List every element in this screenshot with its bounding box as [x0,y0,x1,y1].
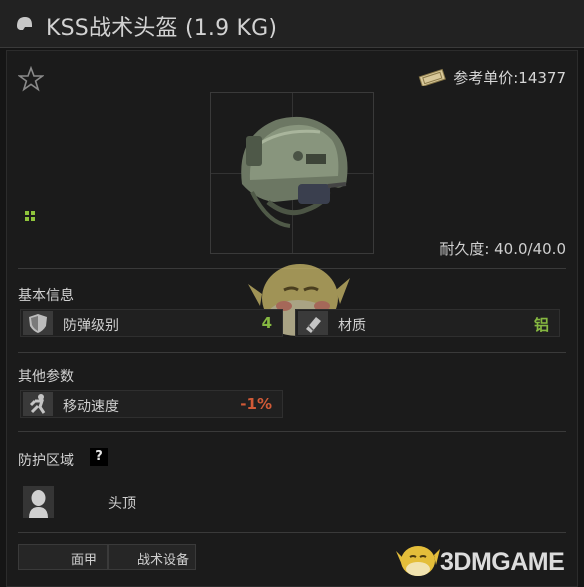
armor-class-value: 4 [261,314,272,332]
basic-info-heading: 基本信息 [18,288,74,304]
divider [18,532,566,533]
helmet-icon [17,17,32,30]
reference-price: 参考单价:14377 [417,66,566,88]
tab-face-shield[interactable]: 面甲 [18,544,108,570]
material-label: 材质 [338,318,366,334]
move-speed-label: 移动速度 [63,399,119,415]
help-button[interactable]: ? [90,448,108,466]
tab-face-shield-label: 面甲 [71,553,98,568]
head-silhouette-icon [23,486,54,518]
price-label: 参考单价:14377 [453,68,566,87]
3dm-mascot-logo [396,546,440,576]
shield-icon [23,311,53,335]
divider [18,352,566,353]
material-row: 材质 铝 [295,309,560,337]
item-title: KSS战术头盔 (1.9 KG) [46,16,278,41]
other-params-heading: 其他参数 [18,369,74,385]
protection-heading: 防护区域 [18,453,74,469]
grid-icon [25,211,35,221]
move-speed-value: -1% [240,395,272,413]
armor-class-label: 防弹级别 [63,318,119,334]
move-speed-row: 移动速度 -1% [20,390,283,418]
divider [18,431,566,432]
durability-label: 耐久度: 40.0/40.0 [439,240,566,258]
star-icon[interactable] [18,66,44,92]
running-icon [23,392,53,416]
armor-class-row: 防弹级别 4 [20,309,283,337]
material-icon [298,311,328,335]
tab-tactical-devices-label: 战术设备 [137,553,190,568]
tab-tactical-devices[interactable]: 战术设备 [108,544,196,570]
helmet-image [241,116,348,228]
3dmgame-watermark: 3DMGAME [440,548,565,576]
title-bar: KSS战术头盔 (1.9 KG) [0,0,584,48]
material-value: 铝 [533,316,549,334]
protection-zone-label: 头顶 [108,496,136,512]
price-tag-icon [418,68,447,86]
